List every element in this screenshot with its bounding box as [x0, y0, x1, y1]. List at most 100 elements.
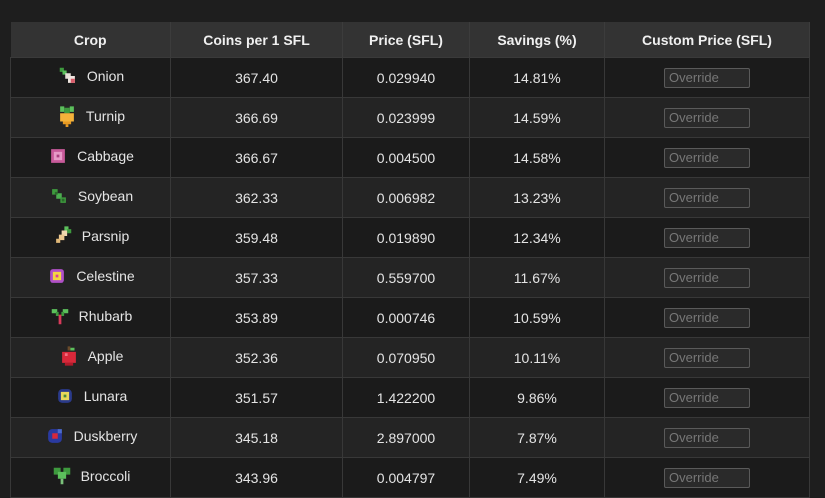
table-row: Lunara 351.57 1.422200 9.86%: [10, 377, 810, 418]
crop-name: Apple: [87, 348, 124, 364]
table-row: Apple 352.36 0.070950 10.11%: [10, 337, 810, 378]
custom-price-input[interactable]: [664, 67, 750, 88]
coins-per-sfl-cell: 357.33: [170, 257, 343, 298]
custom-price-cell: [604, 217, 810, 258]
coins-per-sfl-cell: 366.67: [170, 137, 343, 178]
crop-cell: Broccoli: [10, 457, 171, 498]
savings-cell: 7.87%: [469, 417, 605, 458]
custom-price-cell: [604, 297, 810, 338]
savings-cell: 10.59%: [469, 297, 605, 338]
crop-name: Turnip: [85, 108, 126, 124]
table-header-row: Crop Coins per 1 SFL Price (SFL) Savings…: [10, 22, 810, 58]
custom-price-cell: [604, 177, 810, 218]
custom-price-input[interactable]: [664, 267, 750, 288]
crop-name-group: Lunara: [54, 385, 128, 407]
custom-price-input[interactable]: [664, 147, 750, 168]
savings-cell: 11.67%: [469, 257, 605, 298]
header-savings[interactable]: Savings (%): [469, 22, 605, 58]
custom-price-input[interactable]: [664, 307, 750, 328]
custom-price-input[interactable]: [664, 187, 750, 208]
custom-price-cell: [604, 137, 810, 178]
custom-price-input[interactable]: [664, 107, 750, 128]
custom-price-input[interactable]: [664, 347, 750, 368]
header-price-sfl[interactable]: Price (SFL): [342, 22, 470, 58]
table-row: Celestine 357.33 0.559700 11.67%: [10, 257, 810, 298]
price-sfl-cell: 0.023999: [342, 97, 470, 138]
custom-price-input[interactable]: [664, 227, 750, 248]
crop-name: Onion: [86, 68, 125, 84]
crop-name-group: Celestine: [46, 265, 135, 287]
header-coins-per-sfl[interactable]: Coins per 1 SFL: [170, 22, 343, 58]
savings-cell: 12.34%: [469, 217, 605, 258]
crop-name: Lunara: [83, 388, 128, 404]
header-custom-price[interactable]: Custom Price (SFL): [604, 22, 810, 58]
price-sfl-cell: 0.000746: [342, 297, 470, 338]
crop-name: Celestine: [76, 268, 135, 284]
custom-price-cell: [604, 417, 810, 458]
custom-price-input[interactable]: [664, 467, 750, 488]
crop-name-group: Soybean: [48, 185, 133, 207]
crop-cell: Apple: [10, 337, 171, 378]
custom-price-cell: [604, 57, 810, 98]
onion-icon: [57, 65, 79, 87]
crop-name: Broccoli: [80, 468, 131, 484]
price-sfl-cell: 2.897000: [342, 417, 470, 458]
crop-name: Parsnip: [81, 228, 130, 244]
soybean-icon: [48, 185, 70, 207]
price-sfl-cell: 0.006982: [342, 177, 470, 218]
custom-price-cell: [604, 97, 810, 138]
duskberry-icon: [44, 425, 66, 447]
price-sfl-cell: 0.029940: [342, 57, 470, 98]
crop-cell: Turnip: [10, 97, 171, 138]
price-sfl-cell: 0.070950: [342, 337, 470, 378]
custom-price-cell: [604, 377, 810, 418]
crop-name: Cabbage: [77, 148, 134, 164]
custom-price-cell: [604, 337, 810, 378]
coins-per-sfl-cell: 352.36: [170, 337, 343, 378]
savings-cell: 13.23%: [469, 177, 605, 218]
savings-cell: 9.86%: [469, 377, 605, 418]
price-sfl-cell: 0.004500: [342, 137, 470, 178]
coins-per-sfl-cell: 366.69: [170, 97, 343, 138]
rhubarb-icon: [49, 305, 71, 327]
coins-per-sfl-cell: 367.40: [170, 57, 343, 98]
coins-per-sfl-cell: 359.48: [170, 217, 343, 258]
crop-name-group: Cabbage: [47, 145, 134, 167]
coins-per-sfl-cell: 345.18: [170, 417, 343, 458]
savings-cell: 10.11%: [469, 337, 605, 378]
crop-name-group: Rhubarb: [49, 305, 133, 327]
table-row: Soybean 362.33 0.006982 13.23%: [10, 177, 810, 218]
crop-cell: Celestine: [10, 257, 171, 298]
crop-name-group: Apple: [58, 345, 124, 367]
celestine-icon: [46, 265, 68, 287]
table-row: Parsnip 359.48 0.019890 12.34%: [10, 217, 810, 258]
crop-price-table: Crop Coins per 1 SFL Price (SFL) Savings…: [10, 22, 810, 498]
crop-name-group: Onion: [57, 65, 124, 87]
lunara-icon: [54, 385, 76, 407]
price-sfl-cell: 0.004797: [342, 457, 470, 498]
custom-price-input[interactable]: [664, 427, 750, 448]
table-row: Onion 367.40 0.029940 14.81%: [10, 57, 810, 98]
crop-name: Duskberry: [73, 428, 138, 444]
apple-icon: [58, 345, 80, 367]
savings-cell: 7.49%: [469, 457, 605, 498]
custom-price-cell: [604, 257, 810, 298]
table-row: Broccoli 343.96 0.004797 7.49%: [10, 457, 810, 498]
savings-cell: 14.81%: [469, 57, 605, 98]
savings-cell: 14.59%: [469, 97, 605, 138]
crop-cell: Soybean: [10, 177, 171, 218]
crop-cell: Cabbage: [10, 137, 171, 178]
parsnip-icon: [52, 225, 74, 247]
crop-cell: Parsnip: [10, 217, 171, 258]
header-crop[interactable]: Crop: [10, 22, 171, 58]
table-row: Cabbage 366.67 0.004500 14.58%: [10, 137, 810, 178]
crop-cell: Rhubarb: [10, 297, 171, 338]
crop-name: Soybean: [77, 188, 134, 204]
cabbage-icon: [47, 145, 69, 167]
turnip-icon: [56, 105, 78, 127]
crop-name: Rhubarb: [78, 308, 133, 324]
price-sfl-cell: 0.019890: [342, 217, 470, 258]
table-row: Duskberry 345.18 2.897000 7.87%: [10, 417, 810, 458]
crop-cell: Duskberry: [10, 417, 171, 458]
custom-price-input[interactable]: [664, 387, 750, 408]
